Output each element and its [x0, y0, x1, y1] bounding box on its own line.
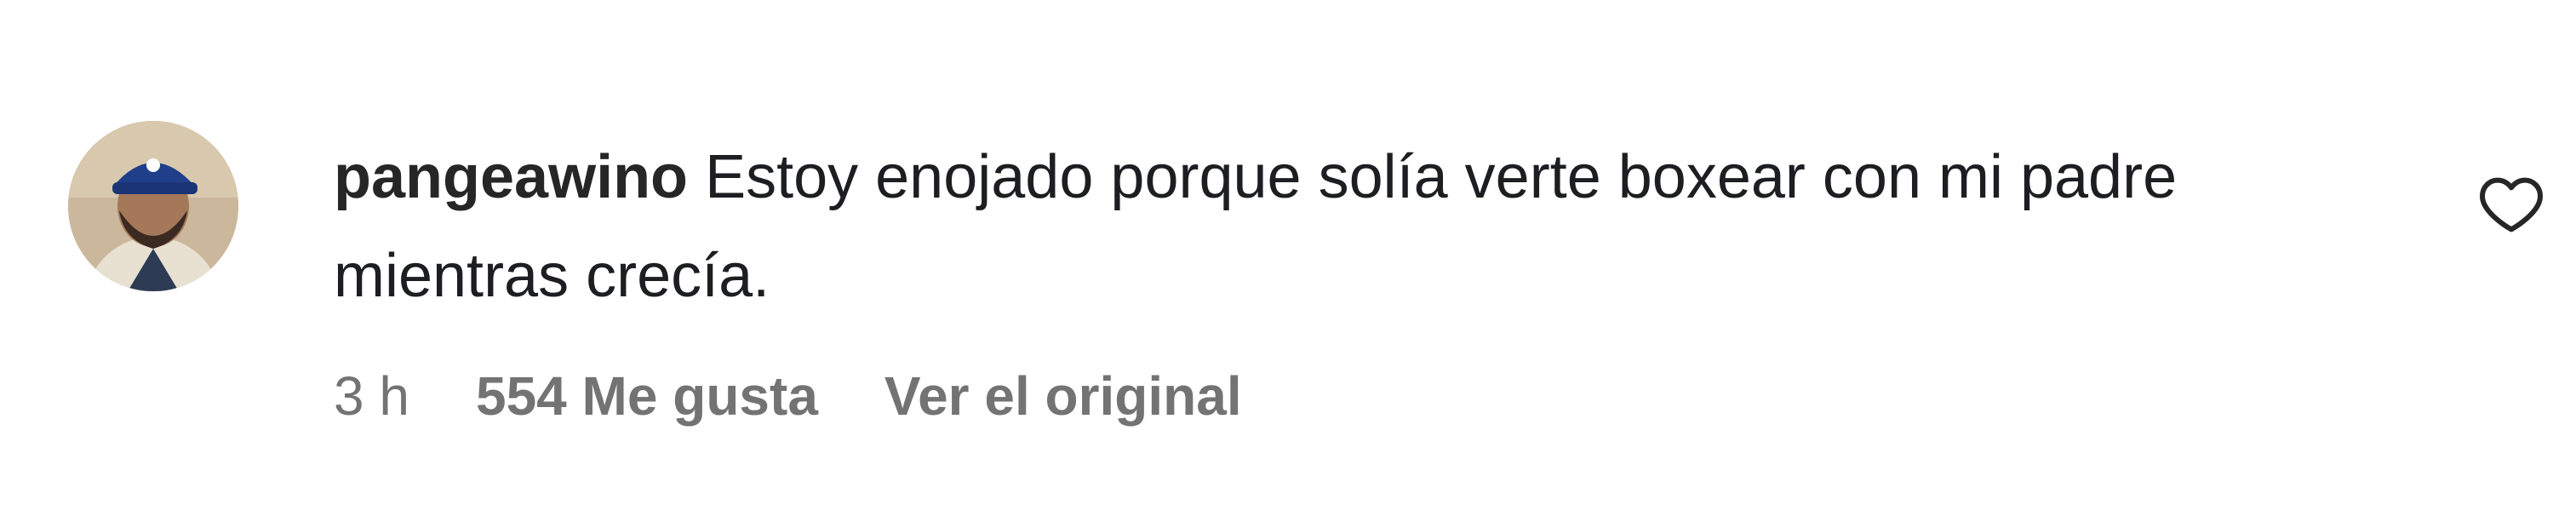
comment-text: pangeawino Estoy enojado porque solía ve…	[334, 128, 2334, 325]
avatar[interactable]	[68, 121, 238, 291]
see-original-link[interactable]: Ver el original	[884, 364, 1242, 428]
like-button[interactable]	[2477, 170, 2545, 238]
comment-body: pangeawino Estoy enojado porque solía ve…	[334, 128, 2334, 325]
comment-username[interactable]: pangeawino	[334, 143, 688, 211]
comment-timestamp[interactable]: 3 h	[334, 364, 409, 428]
comment-meta: 3 h 554 Me gusta Ver el original	[334, 362, 1242, 430]
heart-outline-icon	[2480, 177, 2543, 232]
likes-count[interactable]: 554 Me gusta	[476, 364, 818, 428]
comment-item: pangeawino Estoy enojado porque solía ve…	[0, 0, 2576, 528]
avatar-image	[68, 121, 238, 291]
